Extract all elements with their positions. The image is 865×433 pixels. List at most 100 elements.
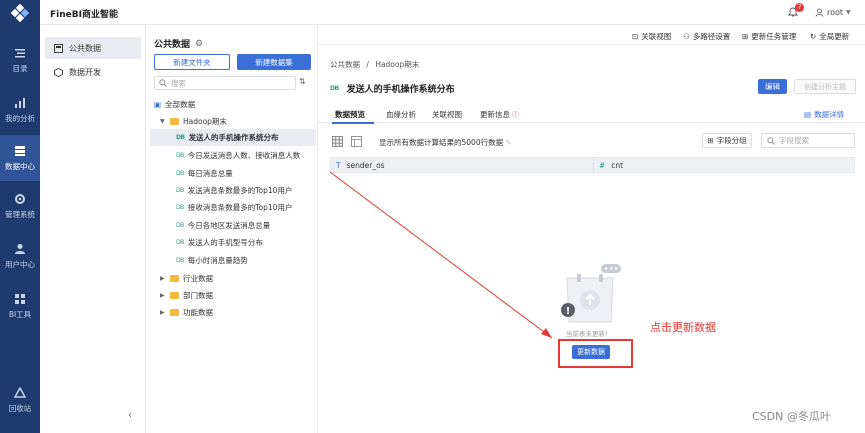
chevron-down-icon: ▼ bbox=[846, 9, 851, 16]
tab-lineage[interactable]: 血缘分析 bbox=[386, 109, 416, 120]
notification-badge: 7 bbox=[795, 3, 804, 12]
tree-dataset-item[interactable]: DB 发送人的手机型号分布 bbox=[150, 234, 316, 251]
tree-dataset-item[interactable]: DB 每小时消息量趋势 bbox=[150, 252, 316, 269]
detail-icon: ▤ bbox=[804, 110, 812, 119]
field-group-button[interactable]: ⊞ 字段分组 bbox=[702, 133, 752, 148]
breadcrumb: 公共数据 / Hadoop期末 bbox=[330, 60, 420, 69]
sort-icon[interactable]: ⇅ bbox=[299, 77, 306, 86]
text-type-icon: T bbox=[336, 161, 341, 170]
column-divider bbox=[593, 158, 594, 172]
caret-right-icon: ▶ bbox=[160, 275, 165, 282]
data-detail-link[interactable]: ▤ 数据详情 bbox=[804, 109, 844, 120]
field-search-input[interactable]: 字段搜索 bbox=[761, 133, 855, 148]
tree-dataset-item[interactable]: DB 接收消息条数最多的Top10用户 bbox=[150, 199, 316, 216]
caret-right-icon: ▶ bbox=[160, 292, 165, 299]
tree-folder-function[interactable]: ▶ 功能数据 bbox=[150, 304, 316, 321]
page-title: DB 发送人的手机操作系统分布 bbox=[330, 85, 455, 95]
public-data-icon bbox=[54, 43, 63, 53]
warning-icon: ⓘ bbox=[512, 110, 519, 119]
logo-icon bbox=[11, 3, 29, 22]
user-avatar-icon bbox=[815, 8, 824, 17]
create-topic-button[interactable]: 创建分析主题 bbox=[794, 79, 856, 94]
tree-dataset-item[interactable]: DB 今日各地区发送消息总量 bbox=[150, 217, 316, 234]
annotation-text: 点击更新数据 bbox=[650, 321, 716, 334]
tree-item-all-data[interactable]: ▣ 全部数据 bbox=[150, 96, 316, 113]
catalog-icon bbox=[15, 48, 25, 57]
nav-item-data-center[interactable]: 数据中心 bbox=[0, 135, 40, 181]
nav-item-bi-tools[interactable]: BI工具 bbox=[0, 283, 40, 329]
edit-pencil-icon[interactable]: ✎ bbox=[505, 138, 511, 147]
app-title: FineBI商业智能 bbox=[50, 10, 118, 20]
breadcrumb-root[interactable]: 公共数据 bbox=[330, 60, 360, 69]
user-menu[interactable]: root ▼ bbox=[815, 8, 851, 17]
tree-folder-industry[interactable]: ▶ 行业数据 bbox=[150, 270, 316, 287]
collapse-sidebar-icon[interactable]: ‹ bbox=[128, 410, 132, 421]
dataset-tag-icon: DB bbox=[176, 239, 184, 246]
main-content: ⊡ 关联视图 ⚇ 多路径设置 ⊞ 更新任务管理 ↻ 全局更新 公共数据 / Hadoop… bbox=[318, 25, 865, 433]
user-icon bbox=[15, 243, 25, 254]
username: root bbox=[827, 8, 844, 17]
relation-icon: ⊡ bbox=[632, 32, 639, 41]
group-icon: ⊞ bbox=[707, 136, 714, 145]
folder-icon bbox=[170, 275, 179, 282]
annotation-highlight-box bbox=[558, 339, 633, 368]
tree-dataset-item[interactable]: DB 今日发送消息人数、接收消息人数 bbox=[150, 147, 316, 164]
tree-folder-department[interactable]: ▶ 部门数据 bbox=[150, 287, 316, 304]
grid-view-icon[interactable] bbox=[332, 136, 343, 147]
empty-data-illustration: ! bbox=[561, 264, 621, 323]
settings-icon bbox=[15, 193, 25, 204]
folder-icon bbox=[170, 309, 179, 316]
relation-view-button[interactable]: ⊡ 关联视图 bbox=[632, 31, 671, 42]
data-center-subnav: 公共数据 数据开发 bbox=[40, 25, 146, 433]
dataset-tag-icon: DB bbox=[176, 152, 184, 159]
dataset-tag-icon: DB bbox=[176, 170, 184, 177]
preview-note: 显示所有数据计算结果的5000行数据 ✎ bbox=[379, 138, 512, 147]
nav-item-recycle-bin[interactable]: 回收站 bbox=[0, 377, 40, 423]
active-tab-indicator bbox=[332, 122, 374, 124]
global-update-button[interactable]: ↻ 全局更新 bbox=[810, 31, 849, 42]
top-header: FineBI商业智能 7 root ▼ bbox=[0, 0, 865, 25]
nav-item-my-analysis[interactable]: 我的分析 bbox=[0, 87, 40, 133]
dataset-tag-icon: DB bbox=[176, 187, 184, 194]
tree-dataset-item[interactable]: DB 每日消息总量 bbox=[150, 165, 316, 182]
field-view-icon[interactable] bbox=[351, 136, 362, 147]
table-header: T sender_os # cnt bbox=[330, 157, 855, 173]
task-icon: ⊞ bbox=[742, 32, 749, 41]
edit-button[interactable]: 编辑 bbox=[758, 79, 787, 94]
nav-item-catalog[interactable]: 目录 bbox=[0, 37, 40, 83]
tree-search-input[interactable]: 搜索 bbox=[154, 76, 296, 90]
tab-bar: 数据预览 血缘分析 关联视图 更新信息 ⓘ bbox=[318, 105, 865, 123]
column-header-sender-os[interactable]: T sender_os bbox=[336, 161, 385, 170]
tab-data-preview[interactable]: 数据预览 bbox=[335, 109, 365, 120]
all-data-icon: ▣ bbox=[154, 100, 162, 109]
subnav-item-public-data[interactable]: 公共数据 bbox=[45, 37, 141, 59]
search-icon bbox=[767, 136, 775, 145]
update-task-button[interactable]: ⊞ 更新任务管理 bbox=[742, 31, 796, 42]
left-nav: 目录 我的分析 数据中心 管理系统 用户中心 BI工具 回收站 bbox=[0, 25, 40, 433]
dataset-tag-icon: DB bbox=[176, 222, 184, 229]
tree-folder-hadoop[interactable]: ▼ Hadoop期末 bbox=[150, 113, 316, 130]
multi-path-button[interactable]: ⚇ 多路径设置 bbox=[683, 31, 730, 42]
nav-item-user-center[interactable]: 用户中心 bbox=[0, 233, 40, 279]
tree-dataset-item[interactable]: DB 发送人的手机操作系统分布 bbox=[150, 129, 316, 146]
subnav-item-data-dev[interactable]: 数据开发 bbox=[45, 61, 141, 83]
recycle-icon bbox=[14, 386, 26, 398]
svg-text:!: ! bbox=[566, 306, 571, 317]
dataset-tag-icon: DB bbox=[330, 85, 339, 92]
tab-relation-view[interactable]: 关联视图 bbox=[432, 109, 462, 120]
analysis-icon bbox=[15, 97, 25, 108]
nav-item-admin[interactable]: 管理系统 bbox=[0, 183, 40, 229]
column-header-cnt[interactable]: # cnt bbox=[599, 161, 623, 170]
app-logo[interactable] bbox=[0, 0, 40, 25]
breadcrumb-folder[interactable]: Hadoop期末 bbox=[375, 60, 419, 69]
main-toolbar: ⊡ 关联视图 ⚇ 多路径设置 ⊞ 更新任务管理 ↻ 全局更新 bbox=[318, 25, 865, 45]
tab-update-info[interactable]: 更新信息 ⓘ bbox=[480, 109, 519, 120]
new-dataset-button[interactable]: 新建数据集 bbox=[237, 54, 311, 70]
caret-down-icon: ▼ bbox=[160, 118, 165, 125]
database-icon bbox=[15, 145, 25, 156]
gear-icon[interactable]: ⚙ bbox=[195, 39, 203, 49]
new-folder-button[interactable]: 新建文件夹 bbox=[154, 54, 230, 70]
number-type-icon: # bbox=[599, 161, 606, 170]
path-icon: ⚇ bbox=[683, 32, 690, 41]
tree-dataset-item[interactable]: DB 发送消息条数最多的Top10用户 bbox=[150, 182, 316, 199]
